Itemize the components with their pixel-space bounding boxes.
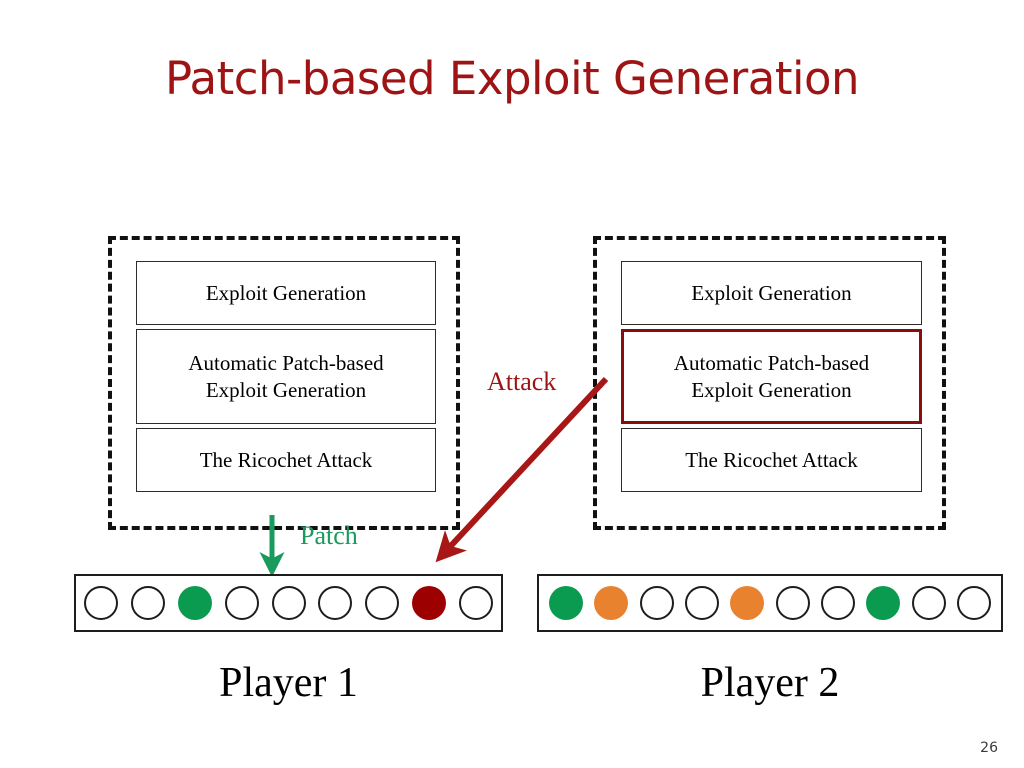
player2-box-exploit-generation-line1: Exploit Generation: [691, 280, 852, 305]
player2-memory-cell-2-orange[interactable]: [594, 586, 629, 620]
page-title: Patch-based Exploit Generation: [164, 52, 860, 105]
player1-memory-cell-2-white[interactable]: [130, 586, 165, 620]
player1-box-the-ricochet-attack[interactable]: The Ricochet Attack: [136, 428, 436, 492]
player1-box-ricochet-line1: The Ricochet Attack: [199, 447, 373, 472]
page-number: 26: [980, 740, 998, 756]
player1-memory-cell-5-white[interactable]: [271, 586, 306, 620]
player1-memory-cell-8-red[interactable]: [412, 586, 447, 620]
player1-stack-group: Exploit Generation Automatic Patch-based…: [108, 236, 460, 530]
player2-stack-group: Exploit Generation Automatic Patch-based…: [593, 236, 946, 530]
player2-memory-cell-3-white[interactable]: [639, 586, 674, 620]
player2-memory-bar: [537, 574, 1003, 632]
player1-memory-cell-9-white[interactable]: [459, 586, 493, 620]
player2-box-exploit-generation[interactable]: Exploit Generation: [621, 261, 922, 325]
player1-memory-bar: [74, 574, 503, 632]
patch-arrow-label: Patch: [300, 521, 358, 550]
player2-box-ricochet-line1: The Ricochet Attack: [685, 447, 858, 472]
player2-box-automatic-patch-based-exploit-generation[interactable]: Automatic Patch-based Exploit Generation: [621, 329, 922, 424]
player2-memory-cell-4-white[interactable]: [684, 586, 719, 620]
player1-memory-cell-4-white[interactable]: [224, 586, 259, 620]
player2-memory-cell-10-white[interactable]: [956, 586, 991, 620]
player1-memory-cell-3-green[interactable]: [177, 586, 212, 620]
player1-memory-cell-7-white[interactable]: [365, 586, 400, 620]
attack-arrow: [435, 376, 609, 563]
player2-box-apeg-line1: Automatic Patch-based: [673, 350, 870, 375]
player2-caption: Player 2: [700, 660, 840, 706]
player2-box-apeg-line2: Exploit Generation: [691, 377, 852, 402]
player1-memory-cell-6-white[interactable]: [318, 586, 353, 620]
attack-arrow-label: Attack: [487, 367, 557, 396]
player1-box-automatic-patch-based-exploit-generation[interactable]: Automatic Patch-based Exploit Generation: [136, 329, 436, 424]
player1-memory-cell-1-white[interactable]: [84, 586, 118, 620]
player1-box-apeg-line1: Automatic Patch-based: [188, 350, 384, 375]
player1-box-apeg-line2: Exploit Generation: [205, 377, 367, 402]
player2-stack-inner: Exploit Generation Automatic Patch-based…: [621, 261, 922, 496]
slide-canvas: Patch-based Exploit Generation Exploit G…: [0, 0, 1024, 768]
player1-caption: Player 1: [219, 660, 358, 706]
player2-memory-cell-9-white[interactable]: [911, 586, 946, 620]
player1-box-exploit-generation[interactable]: Exploit Generation: [136, 261, 436, 325]
player2-memory-cell-1-green[interactable]: [549, 586, 583, 620]
player2-box-the-ricochet-attack[interactable]: The Ricochet Attack: [621, 428, 922, 492]
player1-box-exploit-generation-line1: Exploit Generation: [205, 280, 367, 305]
player2-memory-cell-7-white[interactable]: [820, 586, 855, 620]
player2-memory-cell-6-white[interactable]: [775, 586, 810, 620]
player2-memory-cell-8-green[interactable]: [866, 586, 901, 620]
player2-memory-cell-5-orange[interactable]: [730, 586, 765, 620]
player1-stack-inner: Exploit Generation Automatic Patch-based…: [136, 261, 436, 496]
